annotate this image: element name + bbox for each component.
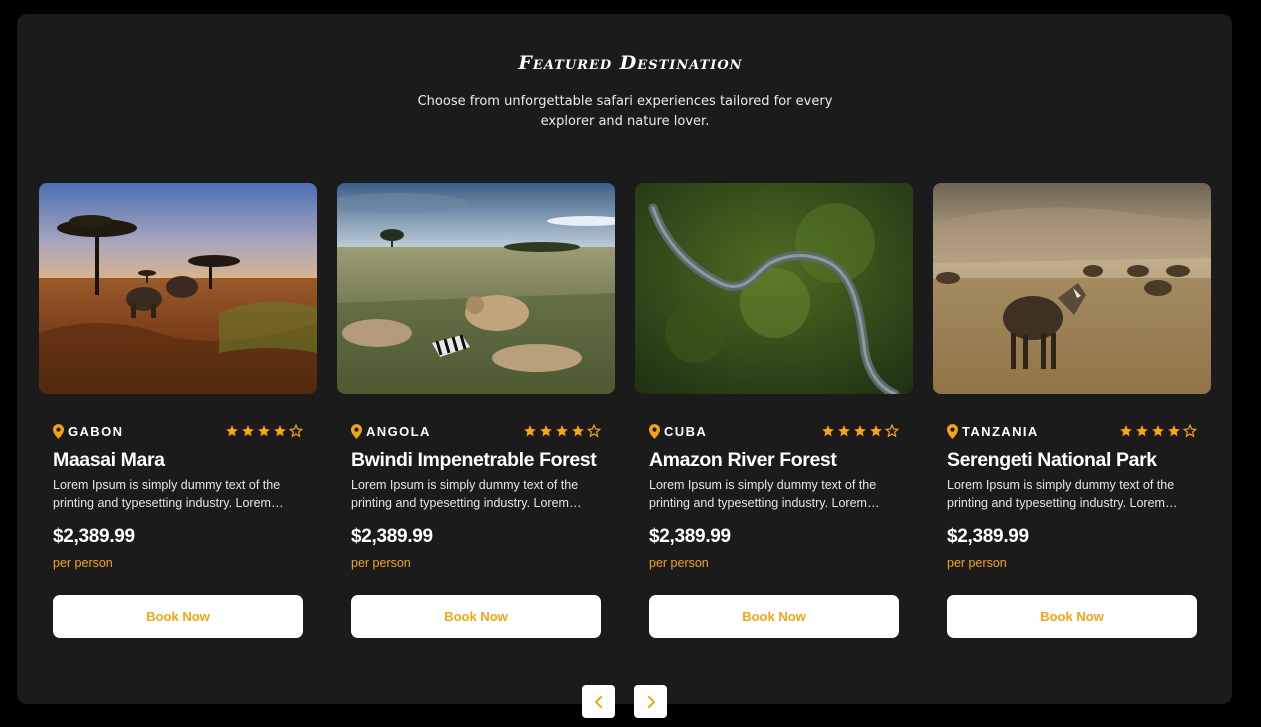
location: TANZANIA [947,424,1039,439]
book-now-button[interactable]: Book Now [947,595,1197,638]
map-pin-icon [53,423,64,439]
carousel-prev-button[interactable] [582,685,615,718]
star-filled-icon [524,425,536,437]
chevron-right-icon [647,695,655,708]
star-filled-icon [854,425,866,437]
country-label: CUBA [664,423,708,439]
destination-description: Lorem Ipsum is simply dummy text of the … [351,478,579,510]
chevron-left-icon [594,695,602,708]
location: ANGOLA [351,424,431,439]
price-unit: per person [947,556,1007,570]
price-unit: per person [649,556,709,570]
star-filled-icon [838,425,850,437]
destination-card-amazon[interactable]: CUBA Amazon River Forest Lorem Ipsum is … [635,183,913,643]
section-subtitle: Choose from unforgettable safari experie… [395,92,855,132]
map-pin-icon [351,423,362,439]
card-meta: GABON [53,422,303,440]
star-filled-icon [258,425,270,437]
destination-title[interactable]: Maasai Mara [53,449,313,472]
section-title: Featured Destination [518,52,743,74]
destination-card-bwindi[interactable]: ANGOLA Bwindi Impenetrable Forest Lorem … [337,183,615,643]
destination-photo[interactable] [39,183,317,394]
destination-card-serengeti[interactable]: TANZANIA Serengeti National Park Lorem I… [933,183,1211,643]
destination-photo[interactable] [635,183,913,394]
book-now-button[interactable]: Book Now [649,595,899,638]
card-meta: ANGOLA [351,422,601,440]
country-label: ANGOLA [366,423,431,439]
star-filled-icon [540,425,552,437]
star-outline-icon [1183,424,1197,438]
star-filled-icon [822,425,834,437]
destination-photo[interactable] [337,183,615,394]
map-pin-icon [947,423,958,439]
rating-stars [523,424,601,438]
card-meta: TANZANIA [947,422,1197,440]
destination-title[interactable]: Amazon River Forest [649,449,909,472]
rating-stars [225,424,303,438]
destination-photo[interactable] [933,183,1211,394]
rating-stars [1119,424,1197,438]
star-filled-icon [1120,425,1132,437]
price-unit: per person [351,556,411,570]
star-outline-icon [587,424,601,438]
star-outline-icon [289,424,303,438]
subtitle-line-2: explorer and nature lover. [540,114,710,129]
location: GABON [53,424,123,439]
country-label: GABON [68,423,124,439]
destination-description: Lorem Ipsum is simply dummy text of the … [53,478,281,510]
card-meta: CUBA [649,422,899,440]
star-filled-icon [242,425,254,437]
destination-description: Lorem Ipsum is simply dummy text of the … [947,478,1175,510]
price: $2,389.99 [53,526,135,547]
star-filled-icon [274,425,286,437]
book-now-button[interactable]: Book Now [53,595,303,638]
star-filled-icon [1168,425,1180,437]
carousel-next-button[interactable] [634,685,667,718]
price-unit: per person [53,556,113,570]
price: $2,389.99 [649,526,731,547]
star-filled-icon [1152,425,1164,437]
destination-description: Lorem Ipsum is simply dummy text of the … [649,478,877,510]
star-filled-icon [226,425,238,437]
subtitle-line-1: Choose from unforgettable safari experie… [417,94,833,109]
book-now-button[interactable]: Book Now [351,595,601,638]
rating-stars [821,424,899,438]
destination-title[interactable]: Serengeti National Park [947,449,1207,472]
star-outline-icon [885,424,899,438]
map-pin-icon [649,423,660,439]
star-filled-icon [1136,425,1148,437]
destination-title[interactable]: Bwindi Impenetrable Forest [351,449,611,472]
location: CUBA [649,424,707,439]
destination-card-maasai-mara[interactable]: GABON Maasai Mara Lorem Ipsum is simply … [39,183,317,643]
star-filled-icon [572,425,584,437]
star-filled-icon [556,425,568,437]
country-label: TANZANIA [962,423,1039,439]
price: $2,389.99 [351,526,433,547]
price: $2,389.99 [947,526,1029,547]
star-filled-icon [870,425,882,437]
